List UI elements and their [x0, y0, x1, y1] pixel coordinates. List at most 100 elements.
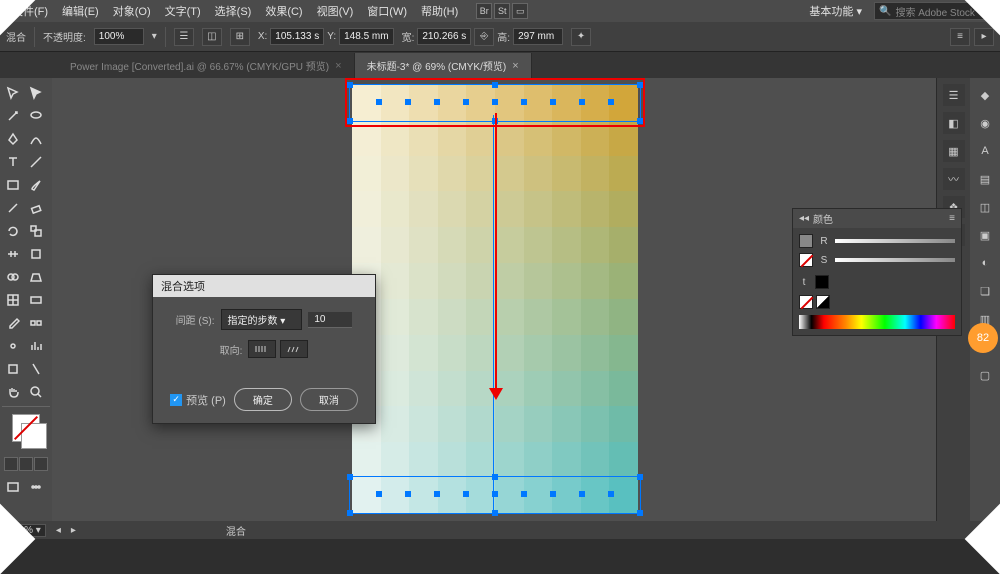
menu-select[interactable]: 选择(S) — [209, 0, 258, 22]
link-wh-icon[interactable]: ⎆ — [474, 28, 494, 46]
panel-collapse-icon[interactable]: ◂◂ — [799, 213, 809, 224]
steps-input[interactable]: 10 — [308, 312, 352, 328]
brushes-icon[interactable]: 〰 — [943, 168, 965, 190]
mesh-tool[interactable] — [2, 289, 24, 311]
edit-toolbar[interactable] — [25, 476, 47, 498]
align-panel-icon[interactable]: ▤ — [974, 168, 996, 190]
cancel-button[interactable]: 取消 — [300, 388, 358, 411]
nav-prev-icon[interactable]: ◂ — [56, 525, 61, 536]
type-tool[interactable] — [2, 151, 24, 173]
eraser-tool[interactable] — [25, 197, 47, 219]
spectrum-ramp[interactable] — [799, 315, 955, 329]
draw-behind[interactable] — [19, 457, 33, 471]
menu-help[interactable]: 帮助(H) — [415, 0, 464, 22]
stock-icon[interactable]: St — [494, 3, 510, 19]
swatches-icon[interactable]: ▦ — [943, 140, 965, 162]
ok-button[interactable]: 确定 — [234, 388, 292, 411]
draw-normal[interactable] — [4, 457, 18, 471]
orient-align-path[interactable] — [280, 340, 308, 358]
width-tool[interactable] — [2, 243, 24, 265]
y-input[interactable]: 148.5 mm — [339, 28, 393, 45]
direct-select-tool[interactable] — [25, 82, 47, 104]
menu-effect[interactable]: 效果(C) — [259, 0, 308, 22]
properties-icon[interactable]: ☰ — [943, 84, 965, 106]
menu-object[interactable]: 对象(O) — [107, 0, 157, 22]
zoom-tool[interactable] — [25, 381, 47, 403]
spacing-select[interactable]: 指定的步数 ▾ — [221, 309, 303, 330]
none-swatch[interactable] — [799, 295, 813, 309]
transform-panel-icon[interactable]: ▣ — [974, 224, 996, 246]
menu-edit[interactable]: 编辑(E) — [56, 0, 105, 22]
workspace-switcher[interactable]: 基本功能 ▾ — [803, 0, 868, 22]
pen-tool[interactable] — [2, 128, 24, 150]
line-tool[interactable] — [25, 151, 47, 173]
bridge-icon[interactable]: Br — [476, 3, 492, 19]
artboard-tool[interactable] — [2, 358, 24, 380]
nav-next-icon[interactable]: ▸ — [71, 525, 76, 536]
gradient-tool[interactable] — [25, 289, 47, 311]
wand-tool[interactable] — [2, 105, 24, 127]
appearance-icon[interactable]: ◐ — [974, 252, 996, 274]
fill-stroke-swatch[interactable] — [12, 414, 40, 442]
slider-label: t — [799, 277, 809, 288]
draw-inside[interactable] — [34, 457, 48, 471]
color-icon[interactable]: ◧ — [943, 112, 965, 134]
learn-icon[interactable]: ◉ — [974, 112, 996, 134]
tab-doc2[interactable]: 未标题-3* @ 69% (CMYK/预览)× — [355, 53, 532, 78]
curve-tool[interactable] — [25, 128, 47, 150]
color-slider[interactable] — [835, 239, 955, 243]
fill-swatch[interactable] — [799, 234, 813, 248]
shape-builder-tool[interactable] — [2, 266, 24, 288]
stroke-swatch[interactable] — [799, 253, 813, 267]
opacity-input[interactable]: 100% — [94, 28, 144, 45]
eyedropper-tool[interactable] — [2, 312, 24, 334]
hand-tool[interactable] — [2, 381, 24, 403]
shaper-tool[interactable] — [2, 197, 24, 219]
preview-checkbox[interactable]: ✓预览 (P) — [170, 392, 226, 408]
brush-tool[interactable] — [25, 174, 47, 196]
rect-tool[interactable] — [2, 174, 24, 196]
arrange-icon[interactable]: ▭ — [512, 3, 528, 19]
libraries-icon[interactable]: ◆ — [974, 84, 996, 106]
color-slider[interactable] — [835, 258, 955, 262]
w-input[interactable]: 210.266 s — [417, 28, 471, 45]
slice-tool[interactable] — [25, 358, 47, 380]
selection-type: 混合 — [6, 29, 26, 44]
screen-mode[interactable] — [2, 476, 24, 498]
blend-tool[interactable] — [25, 312, 47, 334]
panel-collapse-icon[interactable]: ▸ — [974, 28, 994, 46]
close-icon[interactable]: × — [335, 60, 341, 72]
graph-tool[interactable] — [25, 335, 47, 357]
free-transform-tool[interactable] — [25, 243, 47, 265]
selection-bottom[interactable] — [349, 476, 641, 514]
rotate-tool[interactable] — [2, 220, 24, 242]
tab-doc1[interactable]: Power Image [Converted].ai @ 66.67% (CMY… — [58, 53, 355, 78]
annotation-box — [345, 78, 645, 127]
menu-type[interactable]: 文字(T) — [159, 0, 207, 22]
panel-menu-icon[interactable]: ≡ — [949, 213, 955, 224]
menu-window[interactable]: 窗口(W) — [361, 0, 413, 22]
orient-align-page[interactable] — [248, 340, 276, 358]
tint-swatch[interactable] — [815, 275, 829, 289]
close-icon[interactable]: × — [512, 60, 518, 72]
perspective-tool[interactable] — [25, 266, 47, 288]
isolate-icon[interactable]: ✦ — [571, 28, 591, 46]
graphic-styles-icon[interactable]: ❏ — [974, 280, 996, 302]
artboards-icon[interactable]: ▢ — [974, 364, 996, 386]
menu-view[interactable]: 视图(V) — [311, 0, 360, 22]
menu-bar: 文件(F) 编辑(E) 对象(O) 文字(T) 选择(S) 效果(C) 视图(V… — [0, 0, 1000, 22]
lasso-tool[interactable] — [25, 105, 47, 127]
anchor-icon[interactable]: ⊞ — [230, 28, 250, 46]
transform-icon[interactable]: ◫ — [202, 28, 222, 46]
type-panel-icon[interactable]: A — [974, 140, 996, 162]
symbol-tool[interactable] — [2, 335, 24, 357]
x-input[interactable]: 105.133 s — [270, 28, 324, 45]
scale-tool[interactable] — [25, 220, 47, 242]
selection-tool[interactable] — [2, 82, 24, 104]
bw-swatch[interactable] — [816, 295, 830, 309]
pathfinder-icon[interactable]: ◫ — [974, 196, 996, 218]
panel-toggle-icon[interactable]: ≡ — [950, 28, 970, 46]
h-input[interactable]: 297 mm — [513, 28, 563, 45]
align-icon[interactable]: ☰ — [174, 28, 194, 46]
notification-badge[interactable]: 82 — [968, 323, 998, 353]
